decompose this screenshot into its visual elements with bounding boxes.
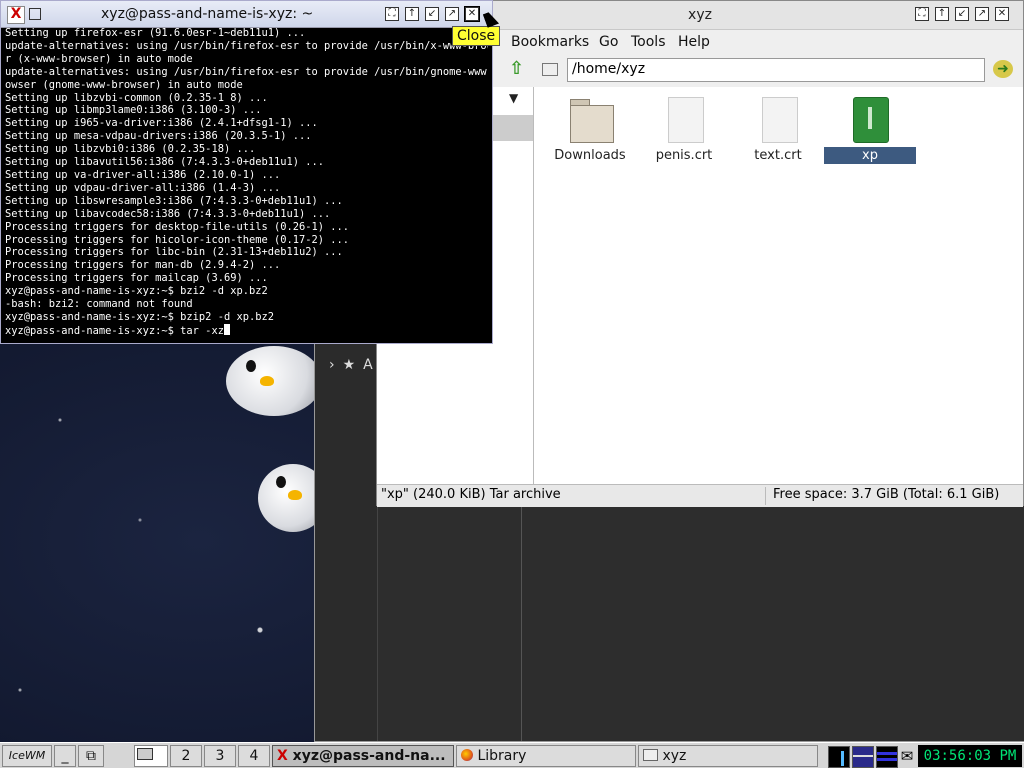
- workspace-preview: [137, 748, 153, 760]
- up-arrow-icon[interactable]: ⇧: [509, 60, 527, 78]
- raise-button[interactable]: ↑: [405, 7, 419, 21]
- menu-go[interactable]: Go: [599, 34, 618, 50]
- menu-help[interactable]: Help: [678, 34, 710, 50]
- network-monitor-icon[interactable]: [852, 746, 874, 768]
- terminal-line: Processing triggers for desktop-file-uti…: [5, 220, 350, 233]
- terminal-line: update-alternatives: using /usr/bin/fire…: [5, 65, 488, 78]
- workspace-button-3[interactable]: 3: [204, 745, 236, 767]
- folder-icon: [568, 97, 614, 143]
- terminal-line: Setting up vdpau-driver-all:i386 (1.4-3)…: [5, 181, 281, 194]
- terminal-line: Setting up va-driver-all:i386 (2.10.0-1)…: [5, 168, 281, 181]
- penguin-wallpaper-figure: [226, 346, 322, 416]
- folder-icon: [643, 749, 658, 761]
- xterm-icon[interactable]: X: [7, 6, 25, 24]
- task-label: xyz@pass-and-na...: [292, 748, 446, 764]
- raise-button[interactable]: ↑: [935, 7, 949, 21]
- terminal-line: -bash: bzi2: command not found: [5, 298, 193, 311]
- terminal-line: xyz@pass-and-name-is-xyz:~$ bzi2 -d xp.b…: [5, 285, 268, 298]
- cpu-monitor-icon[interactable]: [828, 746, 850, 768]
- terminal-line: Setting up libavcodec58:i386 (7:4.3.3-0+…: [5, 207, 331, 220]
- workspace-button-1[interactable]: 1: [134, 745, 168, 767]
- file-item-downloads[interactable]: Downloads: [544, 97, 636, 164]
- terminal-line: Processing triggers for libc-bin (2.31-1…: [5, 246, 343, 259]
- chevron-right-icon: ›: [329, 357, 335, 373]
- terminal-output[interactable]: Setting up firefox-esr (91.6.0esr-1~deb1…: [5, 27, 488, 339]
- close-tooltip: Close: [452, 26, 501, 46]
- background-window-row[interactable]: › ★ A: [329, 357, 373, 373]
- file-item-label: penis.crt: [655, 148, 713, 163]
- memory-monitor-icon[interactable]: [876, 746, 898, 768]
- fullscreen-button[interactable]: ⛶: [385, 7, 399, 21]
- fullscreen-button[interactable]: ⛶: [915, 7, 929, 21]
- terminal-line: owser (gnome-www-browser) in auto mode: [5, 78, 243, 91]
- terminal-window: X xyz@pass-and-name-is-xyz: ~ ⛶ ↑ ↙ ↗ ✕ …: [0, 0, 493, 344]
- minimize-button[interactable]: ↙: [425, 7, 439, 21]
- terminal-line: Setting up libmp3lame0:i386 (3.100-3) ..…: [5, 104, 262, 117]
- firefox-icon: [461, 749, 473, 761]
- task-label: Library: [477, 748, 527, 764]
- window-list-button[interactable]: ⧉: [78, 745, 104, 767]
- file-item-xp[interactable]: xp: [824, 97, 916, 164]
- terminal-line: Setting up mesa-vdpau-drivers:i386 (20.3…: [5, 130, 312, 143]
- document-icon: [756, 97, 800, 143]
- task-button-library[interactable]: Library: [456, 745, 636, 767]
- document-icon: [662, 97, 706, 143]
- clock[interactable]: 03:56:03 PM: [918, 745, 1022, 767]
- status-bar: "xp" (240.0 KiB) Tar archive Free space:…: [377, 484, 1023, 507]
- mail-icon[interactable]: ✉: [899, 747, 915, 765]
- terminal-titlebar[interactable]: X xyz@pass-and-name-is-xyz: ~ ⛶ ↑ ↙ ↗ ✕: [1, 1, 492, 28]
- terminal-line: xyz@pass-and-name-is-xyz:~$ bzip2 -d xp.…: [5, 310, 274, 323]
- address-input[interactable]: /home/xyz: [567, 58, 985, 82]
- terminal-line: Setting up i965-va-driver:i386 (2.4.1+df…: [5, 117, 318, 130]
- close-button[interactable]: ✕: [464, 6, 480, 22]
- terminal-line: Processing triggers for mailcap (3.69) .…: [5, 272, 268, 285]
- status-selection-info: "xp" (240.0 KiB) Tar archive: [381, 487, 766, 505]
- terminal-line: r (x-www-browser) in auto mode: [5, 52, 193, 65]
- terminal-line: Setting up firefox-esr (91.6.0esr-1~deb1…: [5, 27, 306, 39]
- restore-icon[interactable]: [29, 8, 41, 20]
- terminal-line: Setting up libzvbi0:i386 (0.2.35-18) ...: [5, 143, 256, 156]
- background-window-row-label: A: [363, 357, 373, 373]
- dropdown-arrow-icon[interactable]: ▼: [509, 91, 518, 105]
- menu-tools[interactable]: Tools: [631, 34, 666, 50]
- task-label: xyz: [662, 748, 687, 764]
- terminal-line: update-alternatives: using /usr/bin/fire…: [5, 39, 488, 52]
- archive-icon: [848, 97, 892, 143]
- workspace-button-4[interactable]: 4: [238, 745, 270, 767]
- go-arrow-icon[interactable]: ➜: [993, 60, 1013, 78]
- terminal-command-input[interactable]: xyz@pass-and-name-is-xyz:~$ tar -xz: [5, 325, 224, 337]
- menu-bookmarks[interactable]: Bookmarks: [511, 34, 589, 50]
- xterm-icon: X: [277, 748, 288, 764]
- terminal-prompt-line[interactable]: xyz@pass-and-name-is-xyz:~$ tar -xz: [5, 323, 488, 338]
- terminal-line: Processing triggers for man-db (2.9.4-2)…: [5, 259, 281, 272]
- minimize-button[interactable]: ↙: [955, 7, 969, 21]
- file-item-penis-crt[interactable]: penis.crt: [638, 97, 730, 164]
- maximize-button[interactable]: ↗: [975, 7, 989, 21]
- maximize-button[interactable]: ↗: [445, 7, 459, 21]
- file-item-text-crt[interactable]: text.crt: [732, 97, 824, 164]
- file-item-label: Downloads: [554, 148, 626, 163]
- terminal-line: Setting up libavutil56:i386 (7:4.3.3-0+d…: [5, 156, 325, 169]
- workspace-button-2[interactable]: 2: [170, 745, 202, 767]
- terminal-title: xyz@pass-and-name-is-xyz: ~: [101, 6, 314, 22]
- start-menu-button[interactable]: IceWM: [2, 745, 52, 767]
- terminal-line: Setting up libzvbi-common (0.2.35-1 8) .…: [5, 91, 268, 104]
- side-panel-selected-item[interactable]: [493, 115, 533, 141]
- star-icon: ★: [342, 357, 356, 373]
- file-icon-view[interactable]: Downloads penis.crt text.crt xp: [534, 87, 1023, 484]
- pane-divider[interactable]: [521, 506, 522, 741]
- background-window-sidebar: [315, 331, 378, 741]
- show-desktop-button[interactable]: _: [54, 745, 76, 767]
- status-free-space: Free space: 3.7 GiB (Total: 6.1 GiB): [773, 487, 1000, 502]
- file-item-label: text.crt: [754, 148, 802, 163]
- task-button-file-manager[interactable]: xyz: [638, 745, 818, 767]
- file-item-label: xp: [824, 147, 916, 164]
- terminal-line: Setting up libswresample3:i386 (7:4.3.3-…: [5, 194, 343, 207]
- terminal-line: Processing triggers for hicolor-icon-the…: [5, 233, 350, 246]
- taskbar: IceWM _ ⧉ 1 2 3 4 X xyz@pass-and-na... L…: [0, 742, 1024, 768]
- terminal-cursor: [223, 323, 230, 335]
- close-button[interactable]: ✕: [995, 7, 1009, 21]
- folder-path-icon: [542, 63, 558, 76]
- task-button-terminal[interactable]: X xyz@pass-and-na...: [272, 745, 454, 767]
